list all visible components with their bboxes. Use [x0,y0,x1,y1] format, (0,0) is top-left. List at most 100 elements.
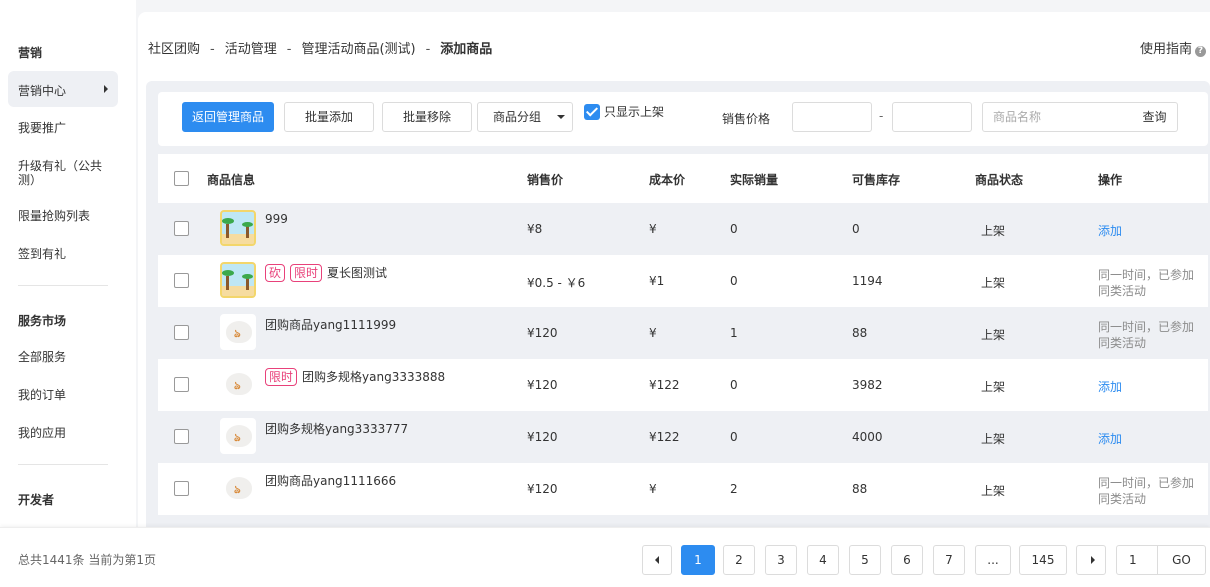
action-disabled-text: 同一时间，已参加同类活动 [1098,476,1195,506]
sales-cell: 1 [730,326,738,340]
sidebar-item-all-services[interactable]: 全部服务 [18,350,118,364]
cost-cell: ¥ [649,482,657,496]
row-checkbox[interactable] [174,429,189,444]
help-circle-icon: ? [1195,46,1206,57]
row-checkbox[interactable] [174,377,189,392]
breadcrumb-separator: - [286,42,292,57]
breadcrumb-separator: - [210,42,215,57]
product-name-cell[interactable]: 999 [265,212,288,226]
goto-page-input[interactable]: 1 [1129,553,1137,567]
col-header-status: 商品状态 [975,173,1024,187]
row-checkbox[interactable] [174,221,189,236]
table-row: ঌ 团购商品yang1111999 ¥120 ¥1 88 上架 同一时间，已参加同类活动 [158,307,1208,359]
sidebar-item-checkin[interactable]: 签到有礼 [18,247,118,261]
add-product-link[interactable]: 添加 [1098,378,1122,395]
back-to-manage-button[interactable]: 返回管理商品 [182,102,274,132]
total-count-text: 总共1441条 当前为第1页 [18,553,156,567]
sidebar-item-marketing-center[interactable]: 营销中心 [8,71,118,107]
sales-cell: 0 [730,222,738,236]
col-header-product: 商品信息 [207,173,256,187]
stock-cell: 88 [852,326,868,340]
page-number-button[interactable]: 7 [933,545,965,575]
product-name: 夏长图测试 [327,266,388,280]
only-on-shelf-checkbox[interactable]: 只显示上架 [584,103,664,123]
pagination-bar: 总共1441条 当前为第1页 1 2 3 4 5 6 7... 145 1 GO [0,527,1210,587]
add-product-link[interactable]: 添加 [1098,430,1122,447]
page-number-button[interactable]: 5 [849,545,881,575]
page-number-button[interactable]: 2 [723,545,755,575]
batch-add-button[interactable]: 批量添加 [284,102,374,132]
checkbox-checked-icon [584,103,600,120]
page-number-button[interactable]: 1 [681,545,715,575]
product-thumbnail [220,210,256,246]
next-page-button[interactable] [1076,545,1106,575]
col-header-cost: 成本价 [649,173,686,187]
action-disabled-text: 同一时间，已参加同类活动 [1098,320,1195,350]
price-cell: ¥120 [527,430,558,444]
price-min-input[interactable] [792,102,872,132]
page-number-button[interactable]: 4 [807,545,839,575]
sidebar-item-upgrade-gift[interactable]: 升级有礼（公共测） [18,159,110,187]
product-name-input[interactable] [982,102,1133,132]
breadcrumb-separator: - [425,42,431,57]
page-number-button[interactable]: 6 [891,545,923,575]
price-cell: ¥0.5 - ￥6 [527,276,586,290]
sidebar-section-title: 开发者 [18,493,55,507]
main-panel: 社区团购 - 活动管理 - 管理活动商品(测试) - 添加商品 使用指南? 返回管理商品 批… [138,12,1210,587]
product-name-cell[interactable]: 团购多规格yang3333777 [265,420,408,437]
price-cell: ¥120 [527,482,558,496]
product-thumbnail: ঌ [220,366,256,402]
guide-link[interactable]: 使用指南? [1140,38,1206,57]
page-number-button[interactable]: 3 [765,545,797,575]
price-max-input[interactable] [892,102,972,132]
breadcrumb-item[interactable]: 社区团购 [148,38,200,57]
action-disabled-text: 同一时间，已参加同类活动 [1098,268,1195,298]
sales-cell: 0 [730,430,738,444]
row-checkbox[interactable] [174,481,189,496]
sidebar-divider [18,464,108,465]
col-header-price: 销售价 [527,173,564,187]
sidebar-item-my-apps[interactable]: 我的应用 [18,426,118,440]
product-name: 999 [265,212,288,226]
group-select-label: 商品分组 [493,110,542,124]
breadcrumb-current: 添加商品 [440,42,493,57]
product-tag: 限时 [265,368,298,386]
table-row: ঌ 限时 团购多规格yang3333888 ¥120 ¥122 0 3982 上架 添加 [158,359,1208,411]
page-number-button[interactable]: 145 [1019,545,1067,575]
group-select[interactable]: 商品分组 [477,102,573,132]
query-button[interactable]: 查询 [1132,102,1178,132]
cost-cell: ¥ [649,222,657,236]
status-cell: 上架 [981,380,1006,394]
sidebar-item-my-orders[interactable]: 我的订单 [18,388,118,402]
cost-cell: ¥122 [649,378,680,392]
stock-cell: 88 [852,482,868,496]
batch-remove-button[interactable]: 批量移除 [382,102,472,132]
caret-right-icon [104,85,108,93]
select-all-checkbox[interactable] [174,171,189,186]
go-button[interactable]: GO [1157,546,1205,574]
table-row: 砍限时 夏长图测试 ¥0.5 - ￥6 ¥1 0 1194 上架 同一时间，已参加同类活动 [158,255,1208,307]
caret-down-icon [557,115,565,119]
price-cell: ¥120 [527,326,558,340]
row-checkbox[interactable] [174,273,189,288]
breadcrumb-item[interactable]: 活动管理 [225,38,277,57]
prev-page-button[interactable] [642,545,672,575]
product-name-cell[interactable]: 限时 团购多规格yang3333888 [265,368,445,386]
product-tag: 砍 [265,264,286,282]
sidebar-item-flash-sale[interactable]: 限量抢购列表 [18,209,118,223]
page-ellipsis[interactable]: ... [975,545,1011,575]
product-thumbnail: ঌ [220,314,256,350]
sidebar: 营销 营销中心 我要推广 升级有礼（公共测） 限量抢购列表 签到有礼 服务市场 … [0,0,136,587]
breadcrumb-item[interactable]: 管理活动商品(测试) [301,38,415,57]
product-name-cell[interactable]: 砍限时 夏长图测试 [265,264,387,282]
row-checkbox[interactable] [174,325,189,340]
add-product-link[interactable]: 添加 [1098,222,1122,239]
sidebar-item-promote[interactable]: 我要推广 [18,121,118,135]
product-name-cell[interactable]: 团购商品yang1111999 [265,316,396,333]
col-header-stock: 可售库存 [852,173,901,187]
product-thumbnail [220,262,256,298]
product-name-cell[interactable]: 团购商品yang1111666 [265,472,396,489]
product-tag: 限时 [290,264,323,282]
col-header-action: 操作 [1098,173,1123,187]
product-thumbnail: ঌ [220,418,256,454]
